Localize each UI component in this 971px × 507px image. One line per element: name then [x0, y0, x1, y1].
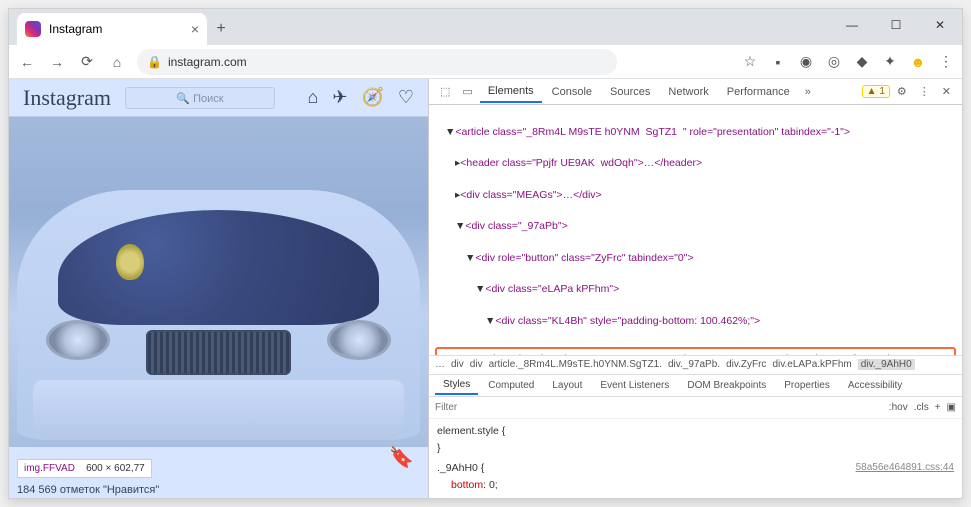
post-image[interactable]: [9, 117, 428, 447]
home-icon[interactable]: ⌂: [307, 87, 318, 108]
tab-computed[interactable]: Computed: [480, 377, 542, 394]
menu-icon[interactable]: ⋮: [938, 54, 954, 70]
inspect-tooltip: img.FFVAD 600 × 602,77: [17, 459, 152, 478]
instagram-logo[interactable]: Instagram: [23, 85, 111, 111]
tab-properties[interactable]: Properties: [776, 377, 838, 394]
content-area: Instagram 🔍 Поиск ⌂ ✈ 🧭 ♡: [9, 79, 962, 498]
settings-icon[interactable]: ⚙: [892, 83, 912, 100]
maximize-button[interactable]: ☐: [874, 9, 918, 41]
tab-styles[interactable]: Styles: [435, 376, 478, 395]
devtools-panel: ⬚ ▭ Elements Console Sources Network Per…: [429, 79, 962, 498]
ext-icon-4[interactable]: ◆: [854, 54, 870, 70]
ext-icon-1[interactable]: ▪: [770, 54, 786, 70]
extension-icons: ☆ ▪ ◉ ◎ ◆ ✦ ☻ ⋮: [742, 54, 954, 70]
forward-button[interactable]: →: [47, 52, 67, 72]
explore-icon[interactable]: 🧭: [361, 87, 383, 108]
styles-pane[interactable]: element.style { } 58a56e464891.css:44 ._…: [429, 419, 962, 498]
highlighted-img-element[interactable]: <img alt="Photo by CHRIS BROWN on Februa…: [435, 347, 956, 355]
car-body-shape: [17, 190, 419, 441]
lock-icon: 🔒: [147, 55, 162, 69]
ext-icon-3[interactable]: ◎: [826, 54, 842, 70]
close-window-button[interactable]: ✕: [918, 9, 962, 41]
close-devtools-icon[interactable]: ✕: [937, 83, 956, 100]
instagram-nav-icons: ⌂ ✈ 🧭 ♡: [307, 87, 414, 108]
tab-accessibility[interactable]: Accessibility: [840, 377, 910, 394]
instagram-header: Instagram 🔍 Поиск ⌂ ✈ 🧭 ♡: [9, 79, 428, 117]
car-grille-shape: [146, 330, 291, 375]
tab-title: Instagram: [49, 22, 102, 36]
tab-console[interactable]: Console: [544, 82, 600, 102]
home-button[interactable]: ⌂: [107, 52, 127, 72]
warnings-badge[interactable]: ▲ 1: [862, 85, 890, 98]
elements-tree[interactable]: ▼<article class="_8Rm4L M9sTE h0YNM SgTZ…: [429, 105, 962, 355]
tab-performance[interactable]: Performance: [719, 82, 798, 102]
tab-network[interactable]: Network: [660, 82, 716, 102]
ext-icon-2[interactable]: ◉: [798, 54, 814, 70]
likes-count[interactable]: 184 569 отметок "Нравится": [17, 484, 159, 496]
styles-filter-bar: :hov .cls + ▣: [429, 397, 962, 419]
css-property[interactable]: bottom: 0;: [437, 477, 954, 494]
messages-icon[interactable]: ✈: [332, 87, 347, 108]
window-controls: — ☐ ✕: [830, 9, 962, 41]
star-icon[interactable]: ☆: [742, 54, 758, 70]
ext-icon-5[interactable]: ☻: [910, 54, 926, 70]
bookmark-icon[interactable]: 🔖: [389, 445, 414, 470]
tooltip-selector: img.FFVAD: [24, 463, 75, 474]
inspect-element-icon[interactable]: ⬚: [435, 83, 455, 100]
back-button[interactable]: ←: [17, 52, 37, 72]
rule-source-link[interactable]: 58a56e464891.css:44: [856, 460, 954, 476]
hov-toggle[interactable]: :hov: [889, 402, 908, 413]
devtools-menu-icon[interactable]: ⋮: [914, 83, 935, 100]
cls-toggle[interactable]: .cls: [914, 402, 929, 413]
extensions-icon[interactable]: ✦: [882, 54, 898, 70]
styles-tabs: Styles Computed Layout Event Listeners D…: [429, 375, 962, 397]
car-bumper-shape: [33, 380, 403, 440]
devtools-tabs: ⬚ ▭ Elements Console Sources Network Per…: [429, 79, 962, 105]
omnibox[interactable]: 🔒 instagram.com: [137, 49, 617, 75]
tab-event-listeners[interactable]: Event Listeners: [592, 377, 677, 394]
address-bar: ← → ⟳ ⌂ 🔒 instagram.com ☆ ▪ ◉ ◎ ◆ ✦ ☻ ⋮: [9, 45, 962, 79]
instagram-search[interactable]: 🔍 Поиск: [125, 87, 275, 109]
minimize-button[interactable]: —: [830, 9, 874, 41]
url-text: instagram.com: [168, 55, 247, 69]
tooltip-dimensions: 600 × 602,77: [86, 463, 145, 474]
car-hood-shape: [58, 210, 380, 325]
tab-layout[interactable]: Layout: [544, 377, 590, 394]
instagram-page: Instagram 🔍 Поиск ⌂ ✈ 🧭 ♡: [9, 79, 429, 498]
browser-tab[interactable]: Instagram ×: [17, 13, 207, 45]
device-toolbar-icon[interactable]: ▭: [457, 83, 477, 100]
reload-button[interactable]: ⟳: [77, 52, 97, 72]
filter-input[interactable]: [435, 402, 881, 413]
tab-dom-breakpoints[interactable]: DOM Breakpoints: [679, 377, 774, 394]
rule-selector[interactable]: ._9AhH0 {: [437, 462, 484, 474]
chrome-window: Instagram × + — ☐ ✕ ← → ⟳ ⌂ 🔒 instagram.…: [8, 8, 963, 499]
breadcrumb[interactable]: … div div article._8Rm4L.M9sTE.h0YNM.SgT…: [429, 355, 962, 375]
close-tab-button[interactable]: ×: [191, 21, 199, 37]
activity-icon[interactable]: ♡: [398, 87, 414, 108]
new-tab-button[interactable]: +: [207, 15, 235, 43]
more-tabs-icon[interactable]: »: [800, 84, 816, 100]
tab-elements[interactable]: Elements: [480, 81, 542, 103]
add-rule-button[interactable]: +: [935, 402, 941, 413]
styles-menu-icon[interactable]: ▣: [947, 402, 956, 413]
tab-sources[interactable]: Sources: [602, 82, 658, 102]
titlebar: Instagram × + — ☐ ✕: [9, 9, 962, 45]
rule-element-style[interactable]: element.style {: [437, 423, 954, 440]
instagram-favicon: [25, 21, 41, 37]
headlight-right: [327, 320, 391, 360]
headlight-left: [46, 320, 110, 360]
